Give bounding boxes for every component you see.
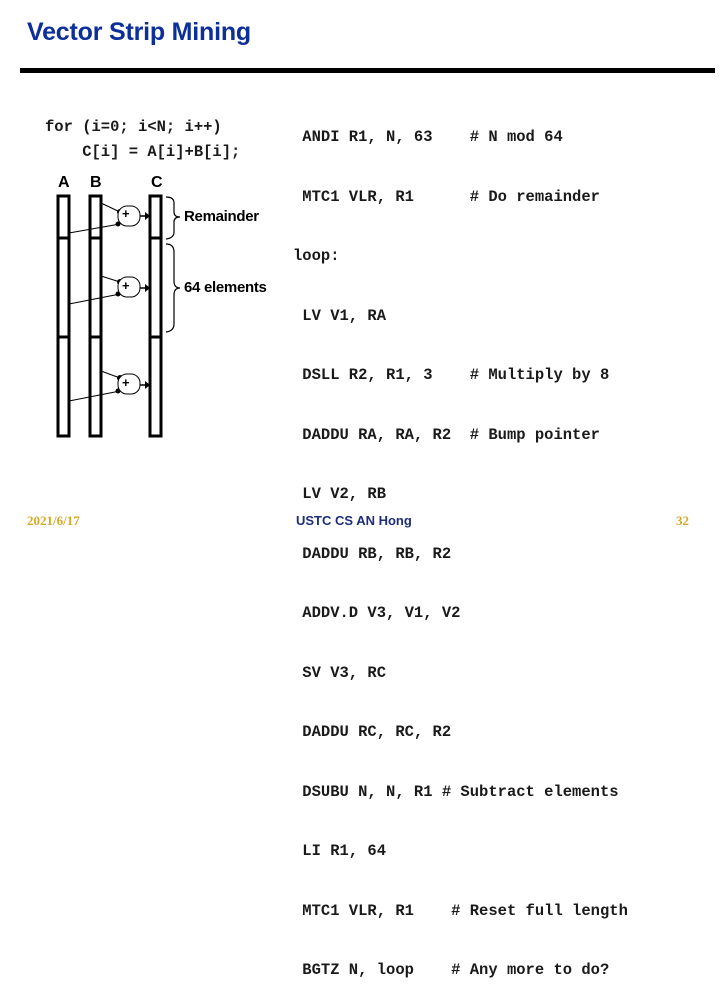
adder-remainder (68, 202, 150, 234)
assembly-line: ANDI R1, N, 63 # N mod 64 (293, 126, 628, 150)
assembly-instruction: MTC1 VLR, R1 (293, 187, 470, 206)
assembly-instruction: SV V3, RC (293, 663, 387, 682)
assembly-code-block: ANDI R1, N, 63 # N mod 64 MTC1 VLR, R1 #… (293, 90, 628, 1001)
assembly-instruction: ANDI R1, N, 63 (293, 128, 470, 146)
assembly-line: LV V1, RA (293, 305, 628, 329)
brace-64-elements (165, 243, 181, 333)
assembly-line: SV V3, RC (293, 662, 628, 686)
brace-remainder (165, 196, 181, 240)
assembly-instruction: BGTZ N, loop (293, 961, 452, 979)
vector-c (148, 194, 163, 438)
assembly-instruction: LI R1, 64 (293, 842, 387, 860)
assembly-instruction: DSUBU N, N, R1 (293, 782, 442, 801)
assembly-line: loop: (293, 245, 628, 269)
footer-date: 2021/6/17 (27, 513, 80, 528)
assembly-line: ADDV.D V3, V1, V2 (293, 602, 628, 626)
adder-64-elements-1 (68, 275, 150, 305)
assembly-instruction: MTC1 VLR, R1 (293, 901, 452, 920)
assembly-instruction: DSLL R2, R1, 3 (293, 366, 470, 384)
assembly-instruction: ADDV.D V3, V1, V2 (293, 604, 461, 622)
assembly-instruction: LV V2, RB (293, 485, 387, 503)
assembly-instruction: DADDU RA, RA, R2 (293, 425, 470, 444)
adder-symbol: + (122, 278, 130, 293)
assembly-label: loop: (293, 247, 340, 265)
assembly-line: DADDU RC, RC, R2 (293, 721, 628, 745)
assembly-line: DSLL R2, R1, 3 # Multiply by 8 (293, 364, 628, 388)
adder-symbol: + (122, 375, 130, 390)
adder-64-elements-2 (68, 370, 150, 402)
assembly-line: MTC1 VLR, R1 # Reset full length (293, 900, 628, 924)
footer-page-number: 32 (676, 513, 689, 528)
vector-b (88, 194, 103, 438)
assembly-line: BGTZ N, loop # Any more to do? (293, 959, 628, 983)
assembly-line: DADDU RB, RB, R2 (293, 543, 628, 567)
brace-label-64-elements: 64 elements (184, 279, 267, 296)
adder-symbol: + (122, 206, 130, 221)
brace-label-remainder: Remainder (184, 208, 259, 225)
assembly-comment: # Any more to do? (451, 961, 610, 979)
assembly-line: DSUBU N, N, R1 # Subtract elements (293, 781, 628, 805)
assembly-line: DADDU RA, RA, R2 # Bump pointer (293, 424, 628, 448)
assembly-line: MTC1 VLR, R1 # Do remainder (293, 186, 628, 210)
assembly-instruction: DADDU RB, RB, R2 (293, 544, 452, 563)
assembly-comment: # Subtract elements (441, 782, 619, 801)
assembly-comment: # Multiply by 8 (469, 366, 610, 384)
assembly-comment: # Bump pointer (469, 425, 600, 444)
vector-a (56, 194, 71, 438)
assembly-comment: # N mod 64 (469, 128, 563, 146)
assembly-instruction: LV V1, RA (293, 306, 387, 325)
assembly-instruction: DADDU RC, RC, R2 (293, 723, 452, 741)
assembly-comment: # Do remainder (469, 187, 600, 206)
footer-author: USTC CS AN Hong (296, 513, 412, 528)
assembly-comment: # Reset full length (451, 901, 628, 920)
assembly-line: LI R1, 64 (293, 840, 628, 864)
assembly-line: LV V2, RB (293, 483, 628, 507)
